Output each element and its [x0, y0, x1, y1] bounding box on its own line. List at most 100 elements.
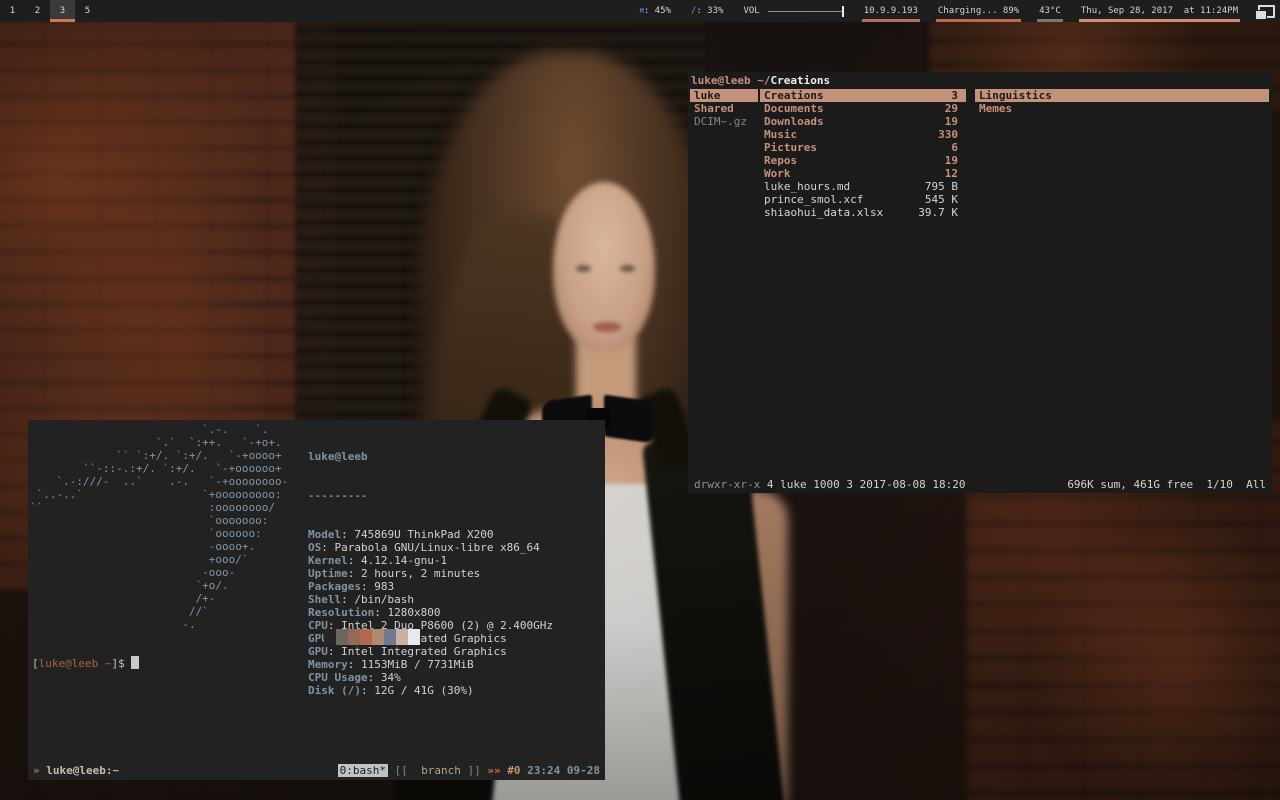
prompt-path: ~: [98, 657, 111, 670]
status-volume: VOL: [741, 0, 845, 22]
info-value: 745869U ThinkPad X200: [354, 528, 493, 541]
neofetch-userhost: luke@leeb: [308, 450, 553, 463]
workspace-tag-1[interactable]: 1: [0, 0, 25, 22]
info-value: 2 hours, 2 minutes: [361, 567, 480, 580]
list-item[interactable]: shiaohui_data.xlsx39.7 K: [760, 206, 966, 219]
list-item[interactable]: Music330: [760, 128, 966, 141]
palette-swatch-6: [396, 629, 408, 645]
status-battery: Charging... 89%: [936, 0, 1021, 22]
item-name: Creations: [760, 89, 951, 102]
statusbar-segments: M: 45% /: 33% VOL 10.9.9.193 Charging...…: [638, 0, 1280, 22]
palette-swatch-1: [336, 629, 348, 645]
info-label: Disk (/): [308, 684, 361, 697]
shell-prompt[interactable]: [luke@leeb ~]$: [32, 656, 139, 670]
ranger-current-dir: Creations: [770, 74, 830, 87]
info-line: Resolution: 1280x800: [308, 606, 553, 619]
item-name: Documents: [760, 102, 945, 115]
item-size: 29: [945, 102, 966, 115]
prompt-open-bracket: [: [32, 657, 39, 670]
list-item[interactable]: Pictures6: [760, 141, 966, 154]
info-value: 983: [374, 580, 394, 593]
item-size: 19: [945, 115, 966, 128]
info-label: Memory: [308, 658, 348, 671]
palette-swatch-0: [324, 629, 336, 645]
item-size: 545 K: [925, 193, 966, 206]
info-value: 1280x800: [387, 606, 440, 619]
info-line: Disk (/): 12G / 41G (30%): [308, 684, 553, 697]
workspace-tag-3[interactable]: 3: [50, 0, 75, 22]
item-name: Music: [760, 128, 938, 141]
info-line: Kernel: 4.12.14-gnu-1: [308, 554, 553, 567]
item-name: Linguistics: [975, 89, 1269, 102]
info-line: OS: Parabola GNU/Linux-libre x86_64: [308, 541, 553, 554]
prompt-user-host: luke@leeb: [39, 657, 99, 670]
item-size: 12: [945, 167, 966, 180]
ranger-window[interactable]: luke@leeb ~/Creations lukeSharedDCIM~.gz…: [688, 72, 1272, 493]
list-item[interactable]: prince_smol.xcf545 K: [760, 193, 966, 206]
neofetch-ascii: `.-. `. `.` `:++. `-+o+. `` `:+/. `:+/. …: [30, 423, 288, 631]
info-colon: :: [361, 580, 374, 593]
tmux-left: » luke@leeb:~: [33, 764, 119, 777]
item-size: 39.7 K: [918, 206, 966, 219]
info-colon: :: [328, 645, 341, 658]
tmux-clock: 23:24 09-28: [527, 764, 600, 777]
battery-value: Charging... 89%: [938, 6, 1019, 16]
list-item[interactable]: DCIM~.gz: [690, 115, 758, 128]
list-item[interactable]: Documents29: [760, 102, 966, 115]
info-label: Kernel: [308, 554, 348, 567]
info-colon: :: [341, 593, 354, 606]
temperature-value: 43°C: [1039, 6, 1061, 16]
memory-value: : 45%: [644, 6, 671, 16]
tmux-window-button[interactable]: 0:bash*: [338, 764, 388, 777]
chevron-icon: »: [33, 764, 46, 777]
info-colon: :: [361, 684, 374, 697]
volume-slider[interactable]: [768, 11, 844, 12]
workspace-tag-5[interactable]: 5: [75, 0, 100, 22]
info-line: CPU Usage: 34%: [308, 671, 553, 684]
tmux-right: 0:bash* [[ branch ]] »» #0 23:24 09-28: [338, 764, 600, 777]
list-item[interactable]: Downloads19: [760, 115, 966, 128]
list-item[interactable]: Linguistics: [975, 89, 1269, 102]
ranger-main-column: Creations3Documents29Downloads19Music330…: [760, 89, 966, 219]
ranger-permissions: drwxr-xr-x: [694, 478, 760, 491]
info-value: 4.12.14-gnu-1: [361, 554, 447, 567]
ranger-parent-column: lukeSharedDCIM~.gz: [690, 89, 758, 128]
workspace-tag-2[interactable]: 2: [25, 0, 50, 22]
info-value: Intel Integrated Graphics: [341, 645, 507, 658]
workspace-tags: 1235: [0, 0, 100, 22]
info-colon: :: [374, 606, 387, 619]
ranger-path-prefix: ~/: [757, 74, 770, 87]
item-name: Repos: [760, 154, 945, 167]
item-size: 19: [945, 154, 966, 167]
ranger-titlebar: luke@leeb ~/Creations: [691, 74, 830, 87]
palette-swatch-2: [348, 629, 360, 645]
terminal-window[interactable]: `.-. `. `.` `:++. `-+o+. `` `:+/. `:+/. …: [28, 420, 605, 780]
item-size: 6: [951, 141, 966, 154]
tmux-bracket-open: [[: [388, 764, 415, 777]
list-item[interactable]: luke_hours.md795 B: [760, 180, 966, 193]
item-name: prince_smol.xcf: [760, 193, 925, 206]
ranger-owner-date: 4 luke 1000 3 2017-08-08 18:20: [760, 478, 965, 491]
list-item[interactable]: Memes: [975, 102, 1269, 115]
info-colon: :: [348, 567, 361, 580]
list-item[interactable]: Work12: [760, 167, 966, 180]
tmux-bracket-close: ]]: [461, 764, 488, 777]
list-item[interactable]: Repos19: [760, 154, 966, 167]
item-name: Pictures: [760, 141, 951, 154]
display-icon[interactable]: [1258, 5, 1275, 18]
datetime-value: Thu, Sep 28, 2017 at 11:24PM: [1081, 6, 1238, 16]
terminal-cursor: [131, 656, 139, 669]
ranger-user-host: luke@leeb: [691, 74, 757, 87]
color-palette: [324, 629, 420, 645]
list-item[interactable]: luke: [690, 89, 758, 102]
item-name: DCIM~.gz: [690, 115, 758, 128]
volume-slider-thumb[interactable]: [842, 6, 844, 17]
volume-label: VOL: [743, 6, 759, 16]
palette-swatch-5: [384, 629, 396, 645]
list-item[interactable]: Creations3: [760, 89, 966, 102]
info-line: Uptime: 2 hours, 2 minutes: [308, 567, 553, 580]
info-line: Shell: /bin/bash: [308, 593, 553, 606]
item-size: 330: [938, 128, 966, 141]
list-item[interactable]: Shared: [690, 102, 758, 115]
top-status-bar: 1235 M: 45% /: 33% VOL 10.9.9.193 Chargi…: [0, 0, 1280, 22]
